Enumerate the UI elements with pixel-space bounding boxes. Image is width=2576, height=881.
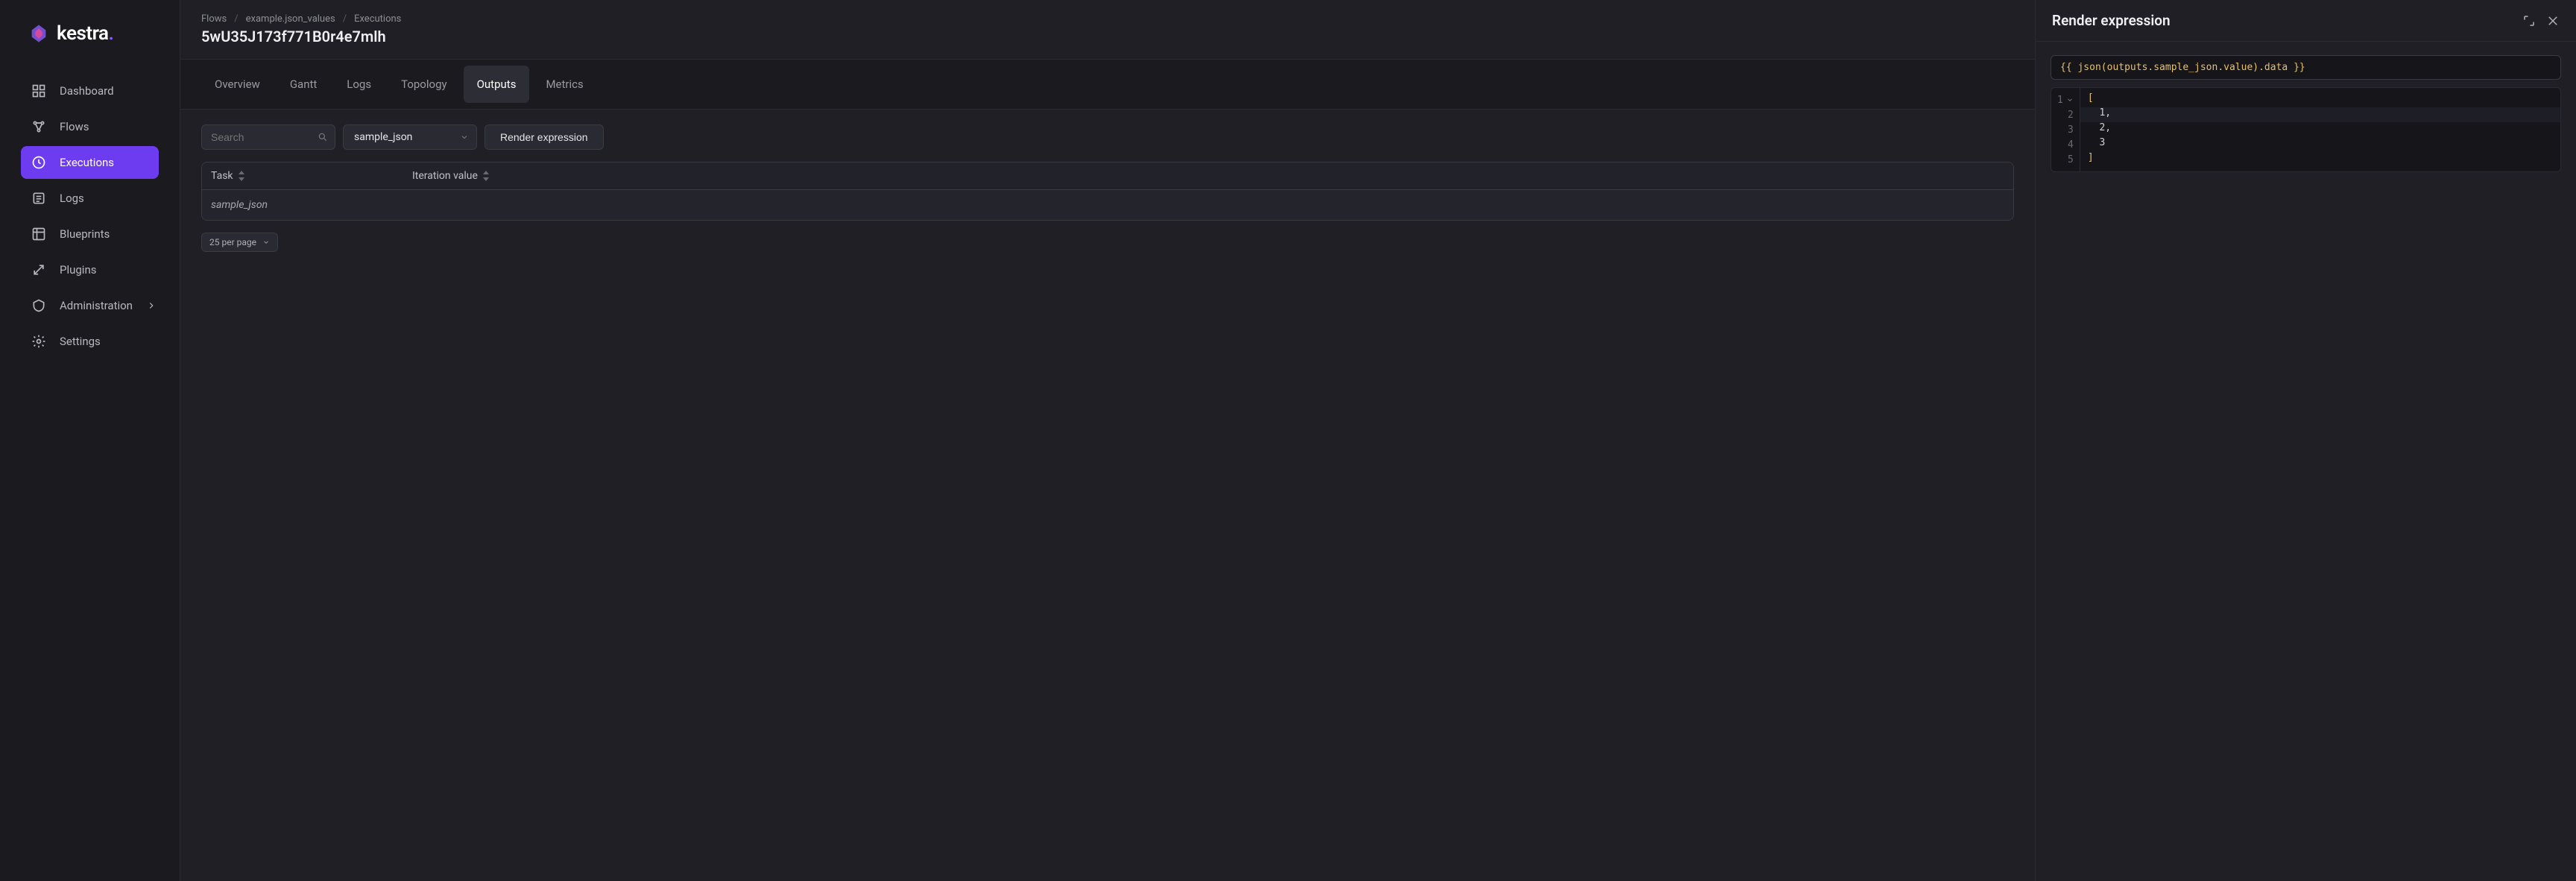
- logo[interactable]: kestra.: [0, 22, 180, 67]
- page-title: 5wU35J173f771B0r4e7mlh: [180, 28, 2035, 59]
- pagination-select[interactable]: 25 per page: [201, 233, 278, 252]
- code-output: 1 2 3 4 5 [ 1, 2, 3 ]: [2051, 87, 2561, 172]
- tabs: Overview Gantt Logs Topology Outputs Met…: [180, 59, 2035, 110]
- code-line: 2,: [2088, 122, 2111, 133]
- render-panel: Render expression {{ json(outputs.sample…: [2035, 0, 2576, 881]
- nav-label: Dashboard: [60, 84, 114, 98]
- nav-plugins[interactable]: Plugins: [21, 253, 159, 286]
- tab-outputs[interactable]: Outputs: [464, 66, 530, 103]
- nav-label: Logs: [60, 192, 84, 205]
- expand-icon[interactable]: [2522, 14, 2536, 28]
- chevron-right-icon: [146, 300, 157, 311]
- main-content: Flows / example.json_values / Executions…: [180, 0, 2035, 881]
- tab-logs[interactable]: Logs: [333, 66, 385, 103]
- th-iteration[interactable]: Iteration value: [412, 170, 2004, 182]
- breadcrumb-sep: /: [343, 13, 347, 25]
- pagination-label: 25 per page: [209, 237, 256, 247]
- code-line: ]: [2088, 152, 2094, 163]
- search-input[interactable]: [201, 124, 335, 150]
- nav-label: Executions: [60, 156, 114, 169]
- admin-icon: [31, 298, 46, 313]
- tab-topology[interactable]: Topology: [388, 66, 460, 103]
- table-row[interactable]: sample_json: [202, 190, 2013, 220]
- tab-overview[interactable]: Overview: [201, 66, 274, 103]
- close-icon[interactable]: [2546, 14, 2560, 28]
- nav-settings[interactable]: Settings: [21, 325, 159, 358]
- nav-label: Administration: [60, 299, 133, 312]
- chevron-down-icon: [262, 239, 270, 246]
- executions-icon: [31, 155, 46, 170]
- panel-actions: [2522, 14, 2560, 28]
- logs-icon: [31, 191, 46, 206]
- breadcrumb-sep: /: [234, 13, 238, 25]
- nav-dashboard[interactable]: Dashboard: [21, 75, 159, 107]
- nav-label: Settings: [60, 335, 101, 348]
- expression-input[interactable]: {{ json(outputs.sample_json.value).data …: [2051, 55, 2561, 80]
- breadcrumb-item[interactable]: Flows: [201, 13, 227, 25]
- code-line: [: [2088, 92, 2094, 104]
- nav-label: Blueprints: [60, 227, 110, 241]
- nav-label: Plugins: [60, 263, 96, 277]
- breadcrumb: Flows / example.json_values / Executions: [180, 0, 2035, 28]
- nav-administration[interactable]: Administration: [21, 289, 159, 322]
- flows-icon: [31, 119, 46, 134]
- code-line: 1,: [2088, 107, 2111, 119]
- fold-icon[interactable]: [2066, 96, 2074, 104]
- controls-row: sample_json Render expression: [201, 124, 2014, 150]
- dashboard-icon: [31, 83, 46, 98]
- chevron-down-icon: [460, 133, 469, 142]
- breadcrumb-item[interactable]: Executions: [354, 13, 401, 25]
- nav-label: Flows: [60, 120, 89, 133]
- gutter: 1 2 3 4 5: [2051, 88, 2080, 171]
- cell-task: sample_json: [211, 199, 268, 211]
- table-header: Task Iteration value: [202, 162, 2013, 190]
- select-value: sample_json: [354, 131, 412, 143]
- search-icon: [318, 132, 328, 142]
- panel-body: {{ json(outputs.sample_json.value).data …: [2036, 42, 2576, 186]
- code-lines: [ 1, 2, 3 ]: [2080, 88, 2560, 171]
- sort-icon: [238, 171, 245, 181]
- sort-icon: [482, 171, 490, 181]
- panel-title: Render expression: [2052, 12, 2171, 29]
- nav-executions[interactable]: Executions: [21, 146, 159, 179]
- task-select[interactable]: sample_json: [343, 124, 477, 150]
- plugins-icon: [31, 262, 46, 277]
- render-expression-button[interactable]: Render expression: [484, 124, 604, 150]
- content-area: sample_json Render expression Task Itera…: [180, 110, 2035, 267]
- tab-gantt[interactable]: Gantt: [277, 66, 330, 103]
- breadcrumb-item[interactable]: example.json_values: [246, 13, 335, 25]
- nav-blueprints[interactable]: Blueprints: [21, 218, 159, 250]
- nav-logs[interactable]: Logs: [21, 182, 159, 215]
- tab-metrics[interactable]: Metrics: [532, 66, 596, 103]
- nav: Dashboard Flows Executions Logs Blueprin…: [0, 67, 180, 365]
- logo-text: kestra.: [57, 22, 113, 45]
- sidebar: kestra. Dashboard Flows Executions Logs …: [0, 0, 180, 881]
- outputs-table: Task Iteration value sample_json: [201, 162, 2014, 221]
- th-task[interactable]: Task: [211, 170, 412, 182]
- search-wrap: [201, 124, 335, 150]
- settings-icon: [31, 334, 46, 349]
- logo-icon: [28, 23, 49, 44]
- nav-flows[interactable]: Flows: [21, 110, 159, 143]
- code-line: 3: [2088, 137, 2105, 148]
- blueprints-icon: [31, 227, 46, 241]
- panel-header: Render expression: [2036, 0, 2576, 42]
